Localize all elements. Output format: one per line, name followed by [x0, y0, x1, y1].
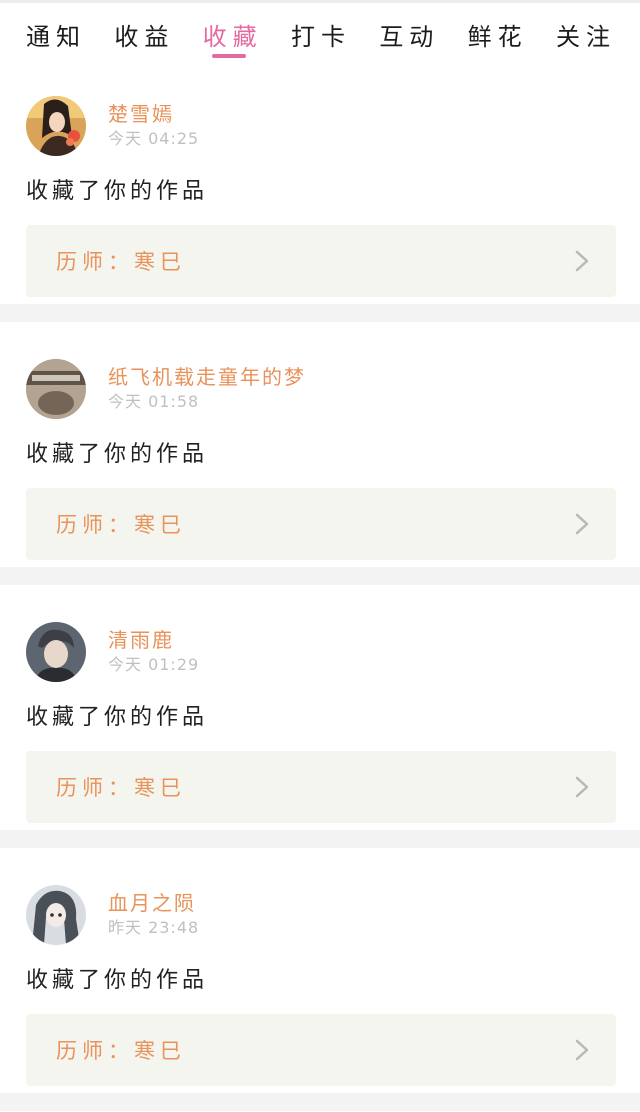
work-title: 历师：寒巳: [56, 513, 186, 537]
avatar-woman-flower-icon[interactable]: [26, 96, 86, 156]
action-text: 收藏了你的作品: [26, 968, 209, 993]
tab-favorites[interactable]: 收藏: [203, 3, 263, 59]
card-meta: 血月之陨 昨天 23:48: [108, 890, 199, 940]
work-link[interactable]: 历师：寒巳: [26, 225, 616, 297]
username[interactable]: 纸飞机载走童年的梦: [108, 364, 306, 390]
tab-label: 互动: [379, 23, 440, 51]
tab-interaction[interactable]: 互动: [379, 3, 439, 59]
timestamp: 今天 01:58: [108, 392, 200, 411]
card-header: 楚雪嫣 今天 04:25: [26, 95, 616, 157]
avatar-boy-icon[interactable]: [26, 622, 86, 682]
avatar-anime-girl-icon[interactable]: [26, 885, 86, 945]
tab-label: 关注: [555, 23, 616, 51]
tab-label: 通知: [26, 23, 86, 51]
work-title: 历师：寒巳: [56, 250, 186, 274]
timestamp: 今天 01:29: [108, 655, 200, 674]
work-link[interactable]: 历师：寒巳: [26, 488, 616, 560]
chevron-right-icon: [575, 250, 589, 272]
tab-label: 收藏: [202, 23, 263, 51]
action-text: 收藏了你的作品: [26, 705, 209, 730]
tab-label: 收益: [114, 23, 175, 51]
card-header: 纸飞机载走童年的梦 今天 01:58: [26, 358, 616, 420]
active-tab-indicator: [211, 54, 246, 58]
timestamp: 昨天 23:48: [108, 918, 200, 937]
card-separator: [0, 1093, 640, 1111]
notification-card: 楚雪嫣 今天 04:25 收藏了你的作品 历师：寒巳: [0, 59, 640, 304]
card-header: 血月之陨 昨天 23:48: [26, 884, 616, 946]
chevron-right-icon: [575, 513, 589, 535]
card-separator: [0, 567, 640, 585]
card-meta: 楚雪嫣 今天 04:25: [108, 101, 199, 151]
card-meta: 清雨鹿 今天 01:29: [108, 627, 199, 677]
tab-following[interactable]: 关注: [556, 3, 616, 59]
action-text: 收藏了你的作品: [26, 442, 209, 467]
card-separator: [0, 304, 640, 322]
notification-card: 清雨鹿 今天 01:29 收藏了你的作品 历师：寒巳: [0, 585, 640, 830]
tab-bar: 通知 收益 收藏 打卡 互动 鲜花 关注: [0, 3, 640, 59]
notification-card: 血月之陨 昨天 23:48 收藏了你的作品 历师：寒巳: [0, 848, 640, 1093]
tab-checkin[interactable]: 打卡: [291, 3, 351, 59]
username[interactable]: 清雨鹿: [108, 627, 199, 653]
timestamp: 今天 04:25: [108, 129, 200, 148]
card-separator: [0, 830, 640, 848]
chevron-right-icon: [575, 776, 589, 798]
notification-card: 纸飞机载走童年的梦 今天 01:58 收藏了你的作品 历师：寒巳: [0, 322, 640, 567]
tab-label: 鲜花: [467, 23, 528, 51]
username[interactable]: 楚雪嫣: [108, 101, 199, 127]
tab-income[interactable]: 收益: [114, 3, 174, 59]
tab-notice[interactable]: 通知: [26, 3, 86, 59]
card-meta: 纸飞机载走童年的梦 今天 01:58: [108, 364, 306, 414]
card-header: 清雨鹿 今天 01:29: [26, 621, 616, 683]
work-title: 历师：寒巳: [56, 1039, 186, 1063]
work-link[interactable]: 历师：寒巳: [26, 1014, 616, 1086]
tab-flowers[interactable]: 鲜花: [468, 3, 528, 59]
chevron-right-icon: [575, 1039, 589, 1061]
action-text: 收藏了你的作品: [26, 179, 209, 204]
work-link[interactable]: 历师：寒巳: [26, 751, 616, 823]
username[interactable]: 血月之陨: [108, 890, 199, 916]
tab-label: 打卡: [290, 23, 351, 51]
work-title: 历师：寒巳: [56, 776, 186, 800]
avatar-tfboys-icon[interactable]: [26, 359, 86, 419]
